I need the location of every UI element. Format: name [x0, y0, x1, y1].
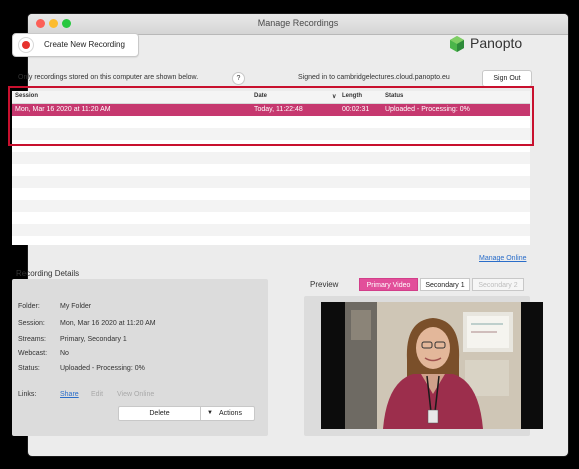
column-header-length[interactable]: Length [342, 93, 362, 99]
empty-row [12, 128, 530, 140]
manage-online-link[interactable]: Manage Online [479, 255, 526, 262]
sort-descending-icon[interactable]: ∨ [332, 93, 336, 100]
empty-row [12, 176, 530, 188]
video-preview [321, 302, 543, 429]
panopto-logo-icon [450, 36, 464, 52]
empty-row [12, 224, 530, 236]
preview-title: Preview [310, 280, 339, 289]
status-label: Status: [18, 365, 40, 372]
row-session: Mon, Mar 16 2020 at 11:20 AM [15, 106, 111, 113]
empty-row [12, 152, 530, 164]
table-row[interactable]: Mon, Mar 16 2020 at 11:20 AM Today, 11:2… [12, 104, 530, 116]
empty-row [12, 200, 530, 212]
dropdown-arrow-icon: ▼ [207, 410, 213, 416]
column-header-date[interactable]: Date [254, 93, 267, 99]
create-new-recording-button[interactable]: Create New Recording [12, 33, 139, 57]
folder-label: Folder: [18, 303, 40, 310]
tab-secondary-2: Secondary 2 [472, 278, 524, 291]
webcam-frame-image [321, 302, 543, 429]
row-length: 00:02:31 [342, 106, 370, 113]
folder-value: My Folder [60, 303, 92, 310]
actions-dropdown[interactable]: ▼ Actions [200, 406, 255, 421]
signed-in-text: Signed in to cambridgelectures.cloud.pan… [298, 74, 450, 81]
sign-out-button[interactable]: Sign Out [482, 70, 532, 87]
table-header: Session Date ∨ Length Status [12, 91, 530, 104]
help-icon[interactable]: ? [232, 72, 245, 85]
row-status: Uploaded - Processing: 0% [385, 106, 470, 113]
column-header-session[interactable]: Session [15, 93, 38, 99]
edit-link: Edit [91, 391, 104, 398]
tab-primary-video[interactable]: Primary Video [359, 278, 418, 291]
share-link[interactable]: Share [60, 391, 79, 398]
streams-label: Streams: [18, 336, 47, 343]
create-new-recording-label: Create New Recording [44, 40, 125, 49]
streams-value: Primary, Secondary 1 [60, 336, 127, 343]
local-recordings-notice: Only recordings stored on this computer … [18, 74, 199, 81]
delete-button[interactable]: Delete [118, 406, 201, 421]
row-date: Today, 11:22:48 [254, 106, 303, 113]
record-icon [18, 37, 34, 53]
actions-label: Actions [219, 410, 242, 417]
session-label: Session: [18, 320, 45, 327]
panopto-logo: Panopto [448, 33, 533, 55]
recording-details-title: Recording Details [16, 269, 80, 278]
recordings-table: Session Date ∨ Length Status Mon, Mar 16… [12, 91, 530, 245]
session-value: Mon, Mar 16 2020 at 11:20 AM [60, 320, 156, 327]
view-online-link: View Online [117, 391, 155, 398]
panopto-logo-text: Panopto [470, 35, 523, 51]
window-title: Manage Recordings [257, 18, 339, 28]
title-bar: Manage Recordings [28, 14, 568, 35]
webcast-value: No [60, 350, 69, 357]
column-header-status[interactable]: Status [385, 93, 403, 99]
webcast-label: Webcast: [18, 350, 48, 357]
status-value: Uploaded - Processing: 0% [60, 365, 145, 372]
links-label: Links: [18, 391, 37, 398]
tab-secondary-1[interactable]: Secondary 1 [420, 278, 470, 291]
